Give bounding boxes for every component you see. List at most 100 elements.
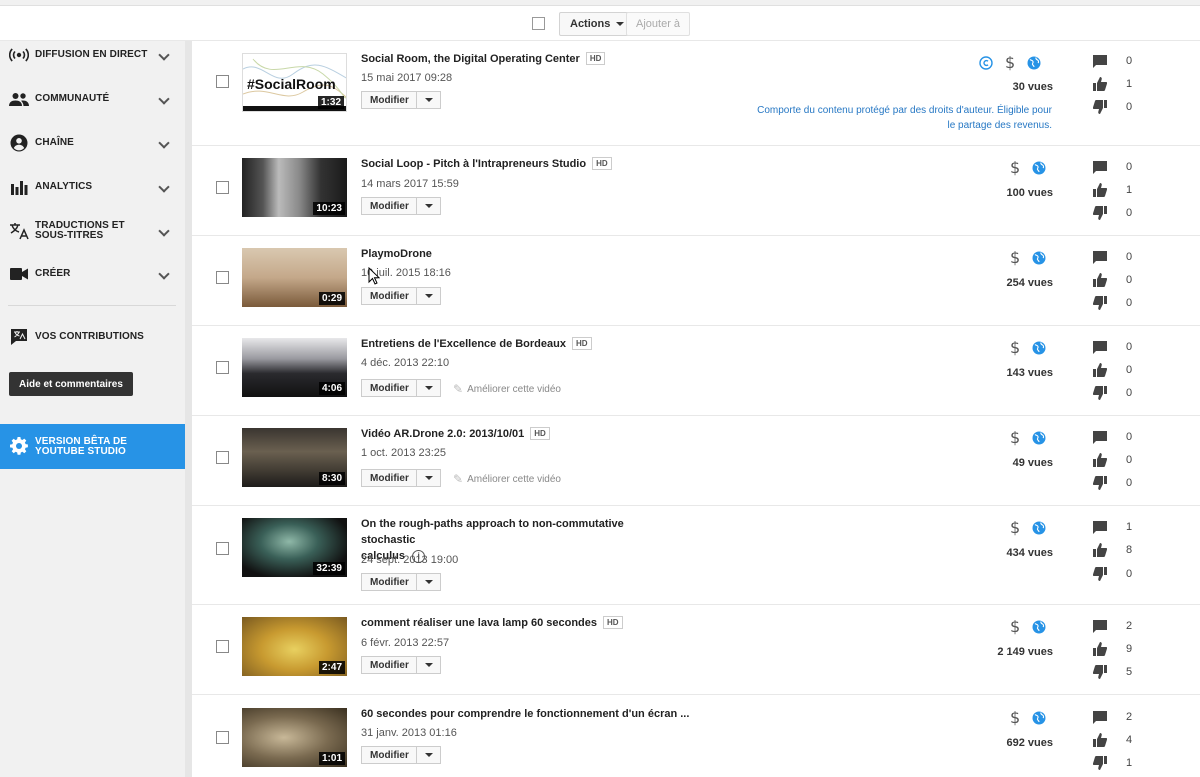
- public-globe-icon[interactable]: [1027, 56, 1041, 70]
- monetization-dollar-icon[interactable]: $: [1010, 518, 1020, 537]
- monetization-dollar-icon[interactable]: $: [1010, 708, 1020, 727]
- monetization-dollar-icon[interactable]: $: [1010, 338, 1020, 357]
- chevron-down-icon[interactable]: [158, 181, 170, 193]
- sidebar: DIFFUSION EN DIRECT COMMUNAUTÉ CHAÎNE AN…: [0, 41, 185, 777]
- likes-count: 0: [1126, 364, 1133, 376]
- public-globe-icon[interactable]: [1032, 251, 1046, 265]
- view-count: 49 vues: [1012, 457, 1053, 469]
- modify-button[interactable]: Modifier: [361, 287, 441, 305]
- thumbs-up-icon: [1092, 542, 1108, 558]
- select-all-checkbox[interactable]: [532, 17, 545, 30]
- monetization-dollar-icon[interactable]: $: [1010, 428, 1020, 447]
- contributions-icon: [9, 327, 29, 347]
- youtube-studio-beta-link[interactable]: VERSION BÊTA DE YOUTUBE STUDIO: [0, 424, 185, 469]
- row-checkbox[interactable]: [216, 731, 229, 744]
- video-thumbnail[interactable]: 2:47: [242, 617, 347, 676]
- monetization-dollar-icon[interactable]: $: [1010, 248, 1020, 267]
- comment-icon: [1092, 159, 1108, 175]
- caret-down-icon[interactable]: [425, 476, 433, 480]
- modify-button[interactable]: Modifier: [361, 573, 441, 591]
- modify-button[interactable]: Modifier: [361, 91, 441, 109]
- video-status-icons: $: [1010, 617, 1046, 636]
- dislikes-count: 0: [1126, 101, 1133, 113]
- public-globe-icon[interactable]: [1032, 161, 1046, 175]
- modify-button[interactable]: Modifier: [361, 379, 441, 397]
- modify-button[interactable]: Modifier: [361, 469, 441, 487]
- row-checkbox[interactable]: [216, 75, 229, 88]
- actions-dropdown[interactable]: Actions: [559, 12, 636, 36]
- public-globe-icon[interactable]: [1032, 711, 1046, 725]
- video-thumbnail[interactable]: 8:30: [242, 428, 347, 487]
- video-title-text: PlaymoDrone: [361, 248, 432, 260]
- video-title[interactable]: comment réaliser une lava lamp 60 second…: [361, 615, 681, 631]
- sidebar-item-channel[interactable]: CHAÎNE: [0, 123, 185, 163]
- row-checkbox[interactable]: [216, 181, 229, 194]
- video-thumbnail[interactable]: 4:06: [242, 338, 347, 397]
- public-globe-icon[interactable]: [1032, 431, 1046, 445]
- video-title[interactable]: 60 secondes pour comprendre le fonctionn…: [361, 706, 701, 722]
- video-thumbnail[interactable]: 1:01: [242, 708, 347, 767]
- sidebar-item-label: DIFFUSION EN DIRECT: [35, 49, 148, 60]
- sidebar-item-contributions[interactable]: VOS CONTRIBUTIONS: [0, 317, 185, 357]
- chevron-down-icon[interactable]: [158, 93, 170, 105]
- copyright-note[interactable]: Comporte du contenu protégé par des droi…: [732, 103, 1052, 133]
- improve-video-link[interactable]: ✎ Améliorer cette vidéo: [453, 382, 561, 396]
- row-checkbox[interactable]: [216, 361, 229, 374]
- sidebar-item-live[interactable]: DIFFUSION EN DIRECT: [0, 35, 185, 75]
- row-checkbox[interactable]: [216, 451, 229, 464]
- row-checkbox[interactable]: [216, 271, 229, 284]
- sidebar-item-analytics[interactable]: ANALYTICS: [0, 167, 185, 207]
- caret-down-icon[interactable]: [425, 294, 433, 298]
- row-checkbox[interactable]: [216, 542, 229, 555]
- monetization-dollar-icon[interactable]: $: [1010, 617, 1020, 636]
- sidebar-item-translations[interactable]: TRADUCTIONS ET SOUS-TITRES: [0, 211, 185, 251]
- chevron-down-icon[interactable]: [158, 137, 170, 149]
- public-globe-icon[interactable]: [1032, 521, 1046, 535]
- modify-button[interactable]: Modifier: [361, 746, 441, 764]
- video-camera-icon: [9, 264, 29, 284]
- caret-down-icon[interactable]: [425, 580, 433, 584]
- chevron-down-icon[interactable]: [158, 49, 170, 61]
- thumbs-up-icon: [1092, 641, 1108, 657]
- comments-stat: 2: [1092, 709, 1152, 725]
- add-to-button[interactable]: Ajouter à: [626, 12, 691, 36]
- copyright-icon[interactable]: [979, 55, 993, 70]
- modify-label: Modifier: [370, 576, 409, 588]
- caret-down-icon[interactable]: [425, 98, 433, 102]
- video-title[interactable]: Social Room, the Digital Operating Cente…: [361, 51, 681, 67]
- comments-count: 0: [1126, 161, 1133, 173]
- comments-count: 0: [1126, 251, 1133, 263]
- help-feedback-button[interactable]: Aide et commentaires: [9, 372, 133, 396]
- duration-badge: 2:47: [318, 661, 345, 674]
- video-title[interactable]: Vidéo AR.Drone 2.0: 2013/10/01 HD: [361, 426, 681, 442]
- chevron-down-icon[interactable]: [158, 225, 170, 237]
- row-checkbox[interactable]: [216, 640, 229, 653]
- modify-button[interactable]: Modifier: [361, 197, 441, 215]
- sidebar-item-create[interactable]: CRÉER: [0, 254, 185, 294]
- video-title[interactable]: Entretiens de l'Excellence de Bordeaux HD: [361, 336, 681, 352]
- sidebar-scrollbar[interactable]: [185, 41, 192, 777]
- video-thumbnail[interactable]: 0:29: [242, 248, 347, 307]
- chevron-down-icon[interactable]: [158, 268, 170, 280]
- video-title[interactable]: Social Loop - Pitch à l'Intrapreneurs St…: [361, 156, 681, 172]
- improve-video-link[interactable]: ✎ Améliorer cette vidéo: [453, 472, 561, 486]
- video-title[interactable]: PlaymoDrone: [361, 246, 681, 262]
- video-thumbnail[interactable]: 32:39: [242, 518, 347, 577]
- sidebar-divider: [8, 305, 176, 306]
- monetization-dollar-icon[interactable]: $: [1005, 53, 1015, 72]
- video-thumbnail[interactable]: #SocialRoom 1:32: [242, 53, 347, 112]
- public-globe-icon[interactable]: [1032, 620, 1046, 634]
- comments-stat: 0: [1092, 53, 1152, 69]
- sidebar-item-community[interactable]: COMMUNAUTÉ: [0, 79, 185, 119]
- caret-down-icon[interactable]: [425, 663, 433, 667]
- dislikes-count: 5: [1126, 666, 1133, 678]
- likes-stat: 1: [1092, 76, 1152, 92]
- modify-button[interactable]: Modifier: [361, 656, 441, 674]
- public-globe-icon[interactable]: [1032, 341, 1046, 355]
- caret-down-icon[interactable]: [425, 753, 433, 757]
- caret-down-icon[interactable]: [425, 204, 433, 208]
- thumbs-up-icon: [1092, 272, 1108, 288]
- monetization-dollar-icon[interactable]: $: [1010, 158, 1020, 177]
- caret-down-icon[interactable]: [425, 386, 433, 390]
- video-thumbnail[interactable]: 10:23: [242, 158, 347, 217]
